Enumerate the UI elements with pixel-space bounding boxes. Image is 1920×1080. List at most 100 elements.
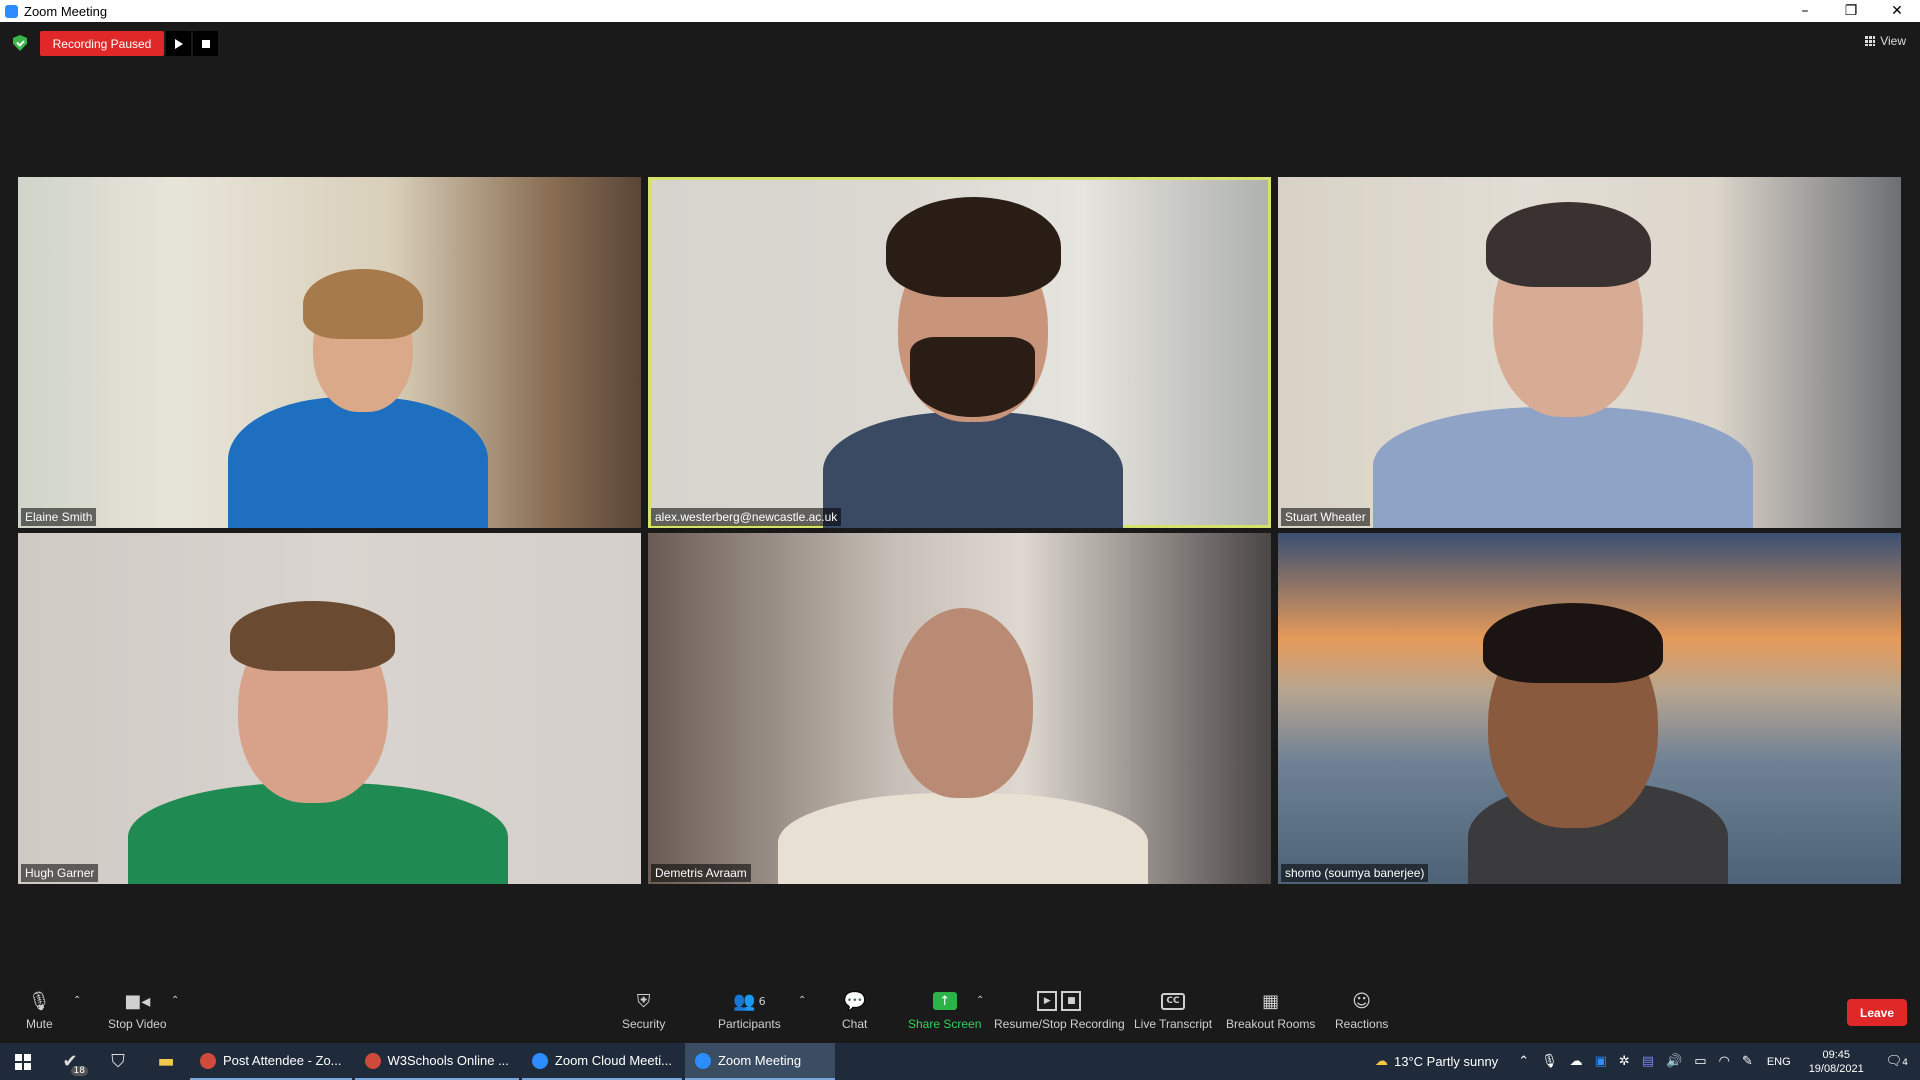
video-tile[interactable]: Hugh Garner	[18, 533, 641, 884]
taskbar-app-label: W3Schools Online ...	[387, 1053, 509, 1068]
file-explorer-icon[interactable]: ▬	[142, 1043, 190, 1080]
notification-count: 4	[1902, 1058, 1908, 1068]
participants-options-caret-icon[interactable]: ⌃	[798, 995, 806, 1006]
share-screen-icon: ↑	[932, 992, 957, 1010]
wifi-icon[interactable]: ◠	[1719, 1054, 1730, 1069]
meeting-controls-toolbar: 🎙 Mute ⌃ ■◂ Stop Video ⌃ ⛨ Security 👥 6 P…	[0, 985, 1920, 1043]
participant-video	[228, 397, 488, 528]
participant-hair	[886, 197, 1061, 297]
restore-button[interactable]: ❐	[1828, 0, 1874, 22]
pen-icon[interactable]: ✎	[1742, 1054, 1753, 1069]
window-title: Zoom Meeting	[24, 3, 108, 19]
breakout-rooms-button[interactable]: ▦ Breakout Rooms	[1226, 989, 1316, 1032]
zoom-icon	[694, 1052, 711, 1069]
participant-video	[823, 412, 1123, 528]
play-icon	[174, 38, 183, 49]
share-options-caret-icon[interactable]: ⌃	[976, 995, 984, 1006]
language-indicator[interactable]: ENG	[1767, 1056, 1791, 1068]
taskbar-app-chrome-1[interactable]: Post Attendee - Zo...	[190, 1043, 352, 1080]
recording-controls-icon: ▶ ■	[1037, 989, 1082, 1013]
mute-label: Mute	[26, 1017, 53, 1031]
video-tile[interactable]: Demetris Avraam	[648, 533, 1271, 884]
participant-video	[778, 793, 1148, 884]
onedrive-icon[interactable]: ☁	[1570, 1054, 1583, 1069]
chat-bubble-icon: 💬	[843, 990, 866, 1012]
weather-text[interactable]: 13°C Partly sunny	[1394, 1054, 1498, 1069]
shield-app-icon[interactable]: ⛉	[94, 1043, 142, 1080]
taskbar-app-label: Post Attendee - Zo...	[223, 1053, 342, 1068]
taskbar-app-zoom-cloud[interactable]: Zoom Cloud Meeti...	[521, 1043, 682, 1080]
zoom-app-icon	[5, 4, 18, 18]
view-button[interactable]: View	[1865, 34, 1906, 48]
live-transcript-label: Live Transcript	[1134, 1017, 1213, 1031]
show-hidden-icons-caret-icon[interactable]: ⌃	[1518, 1054, 1529, 1069]
windows-taskbar: ✔ 18 ⛉ ▬ Post Attendee - Zo... W3Schools …	[0, 1043, 1920, 1080]
zoom-icon	[531, 1052, 548, 1069]
video-options-caret-icon[interactable]: ⌃	[171, 995, 179, 1006]
share-screen-label: Share Screen	[908, 1017, 982, 1031]
resume-stop-recording-button[interactable]: ▶ ■ Resume/Stop Recording	[994, 989, 1125, 1031]
breakout-rooms-label: Breakout Rooms	[1226, 1017, 1316, 1031]
stop-recording-button[interactable]	[193, 31, 218, 56]
participant-hair	[303, 269, 423, 339]
participant-hair	[1483, 603, 1663, 683]
participant-hair	[230, 601, 395, 671]
close-button[interactable]: ✕	[1874, 0, 1920, 22]
stop-square-icon: ■	[1061, 991, 1082, 1011]
cc-icon-wrap: CC	[1161, 989, 1186, 1013]
zoom-tray-icon[interactable]: ▣	[1595, 1054, 1607, 1069]
participant-name: Hugh Garner	[21, 864, 99, 882]
system-tray: ☁ 13°C Partly sunny ⌃ 🎙 ☁ ▣ ✲ ▤ 🔊 ▭ ◠ ✎ …	[1369, 1043, 1920, 1080]
share-screen-button[interactable]: ↑ Share Screen	[908, 989, 981, 1031]
security-shield-icon: ⛨	[636, 990, 651, 1012]
teams-icon[interactable]: ▤	[1642, 1054, 1654, 1069]
video-tile-active-speaker[interactable]: alex.westerberg@newcastle.ac.uk	[648, 177, 1271, 528]
clock-time: 09:45	[1822, 1048, 1850, 1061]
chat-label: Chat	[842, 1017, 868, 1031]
video-tile[interactable]: Elaine Smith	[18, 177, 641, 528]
audio-options-caret-icon[interactable]: ⌃	[73, 995, 81, 1006]
security-button[interactable]: ⛨ Security	[622, 989, 665, 1032]
stop-video-label: Stop Video	[108, 1017, 167, 1031]
video-tile[interactable]: shomo (soumya banerjee)	[1278, 533, 1901, 884]
live-transcript-button[interactable]: CC Live Transcript	[1134, 989, 1212, 1031]
encryption-shield-icon[interactable]	[13, 35, 27, 51]
taskbar-app-label: Zoom Cloud Meeti...	[554, 1053, 672, 1068]
zoom-window: Zoom Meeting – ❐ ✕ Recording Paused View…	[0, 0, 1920, 1080]
stop-video-button[interactable]: ■◂ Stop Video	[108, 989, 167, 1032]
video-tile[interactable]: Stuart Wheater	[1278, 177, 1901, 528]
microphone-icon: 🎙	[27, 990, 51, 1012]
reactions-label: Reactions	[1335, 1017, 1389, 1031]
chat-button[interactable]: 💬 Chat	[842, 989, 868, 1032]
todo-badge: 18	[70, 1066, 88, 1076]
chrome-icon	[200, 1052, 216, 1069]
participants-button[interactable]: 👥 6 Participants	[718, 989, 781, 1032]
start-button[interactable]	[0, 1043, 46, 1080]
taskbar-app-zoom-meeting[interactable]: Zoom Meeting	[684, 1043, 835, 1080]
grid-view-icon	[1865, 36, 1876, 46]
participant-name: shomo (soumya banerjee)	[1281, 864, 1429, 882]
clock[interactable]: 09:45 19/08/2021	[1809, 1048, 1864, 1076]
weather-icon: ☁	[1374, 1054, 1388, 1069]
volume-icon[interactable]: 🔊	[1666, 1054, 1682, 1069]
participant-name: Stuart Wheater	[1281, 508, 1370, 526]
minimize-button[interactable]: –	[1782, 0, 1828, 22]
participant-name: alex.westerberg@newcastle.ac.uk	[651, 508, 842, 526]
battery-icon[interactable]: ▭	[1694, 1054, 1706, 1069]
slack-icon[interactable]: ✲	[1619, 1054, 1630, 1069]
participant-name: Elaine Smith	[21, 508, 97, 526]
stop-icon	[201, 39, 210, 48]
mute-button[interactable]: 🎙 Mute	[26, 989, 53, 1032]
closed-caption-icon: CC	[1161, 992, 1186, 1010]
chrome-icon	[364, 1052, 381, 1069]
todo-app-icon[interactable]: ✔ 18	[46, 1043, 94, 1080]
notifications-icon[interactable]: 🗨4	[1886, 1054, 1908, 1069]
microphone-tray-icon[interactable]: 🎙	[1541, 1054, 1558, 1069]
reactions-button[interactable]: ☺ Reactions	[1335, 989, 1389, 1032]
resume-recording-button[interactable]	[166, 31, 191, 56]
leave-button[interactable]: Leave	[1847, 999, 1907, 1026]
participants-icon: 👥 6	[733, 990, 766, 1012]
view-label: View	[1880, 34, 1906, 48]
resume-icon: ▶	[1037, 991, 1058, 1011]
taskbar-app-chrome-2[interactable]: W3Schools Online ...	[354, 1043, 519, 1080]
